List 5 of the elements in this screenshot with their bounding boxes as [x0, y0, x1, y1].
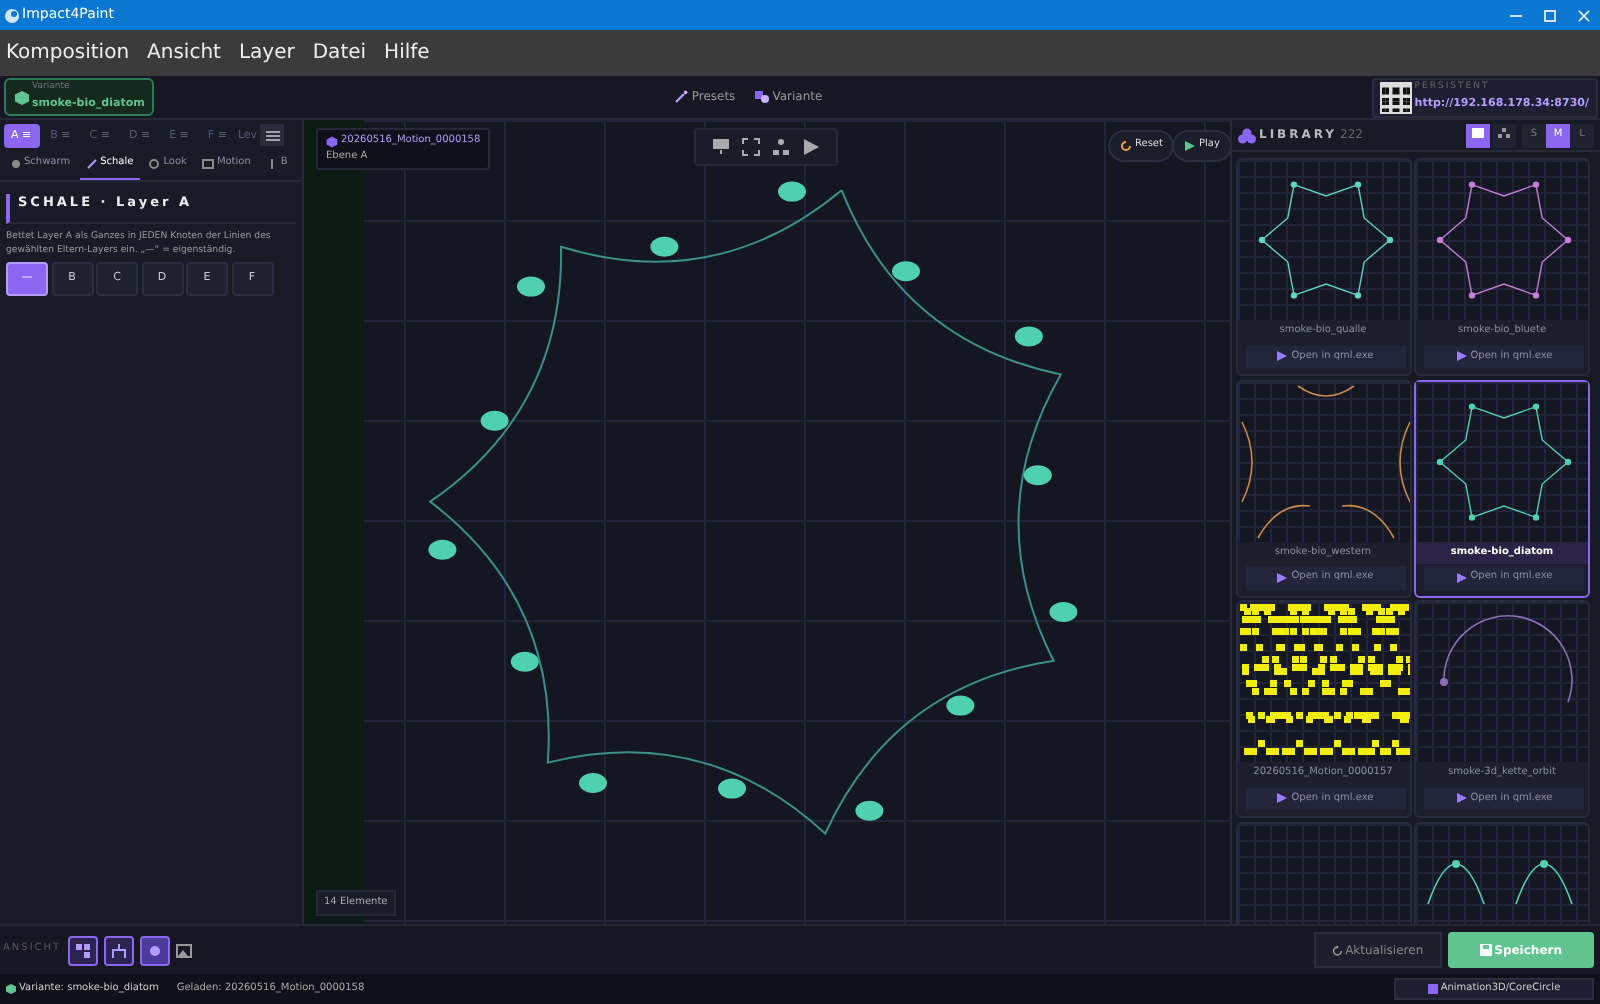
menu-item[interactable]: Datei	[312, 38, 367, 68]
menu-item[interactable]: Ansicht	[147, 38, 221, 68]
menu-item[interactable]: Hilfe	[384, 38, 430, 68]
menu-item[interactable]: Layer	[238, 38, 295, 68]
menu-item[interactable]: Komposition	[6, 38, 130, 68]
